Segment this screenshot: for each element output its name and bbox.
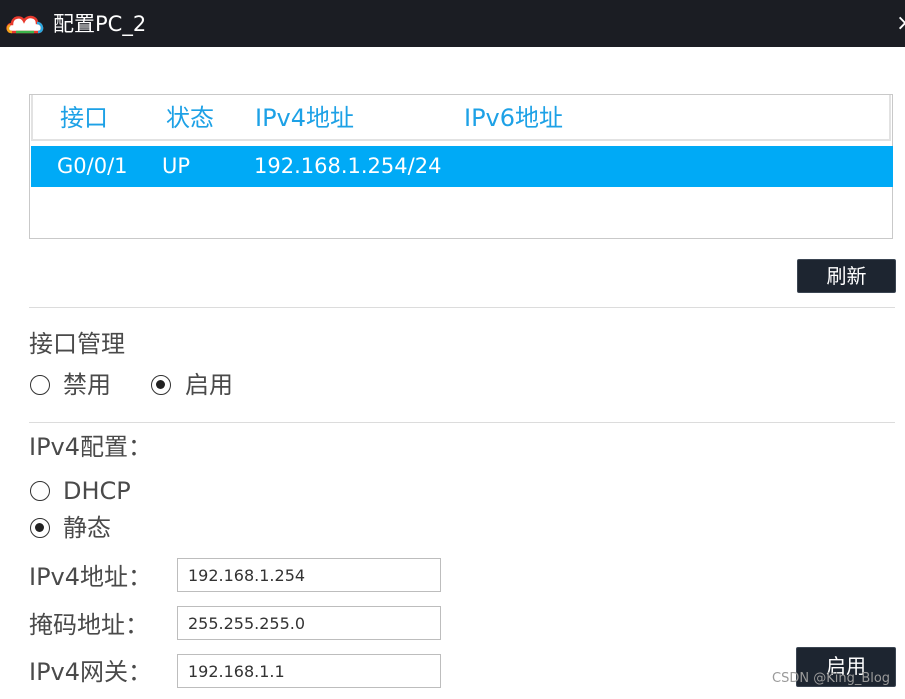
interface-table: 接口 状态 IPv4地址 IPv6地址 G0/0/1 UP 192.168.1.… — [29, 94, 893, 239]
row-interface: G0/0/1 — [57, 154, 128, 178]
cloud-logo-icon — [6, 15, 44, 34]
close-icon[interactable]: × — [896, 10, 905, 38]
ipv4-address-input[interactable] — [177, 558, 441, 592]
disable-radio[interactable] — [30, 375, 50, 395]
refresh-button[interactable]: 刷新 — [797, 259, 896, 293]
gateway-label: IPv4网关： — [29, 658, 153, 686]
column-header-ipv4: IPv4地址 — [255, 104, 355, 132]
gateway-input[interactable] — [177, 654, 441, 688]
table-row[interactable]: G0/0/1 UP 192.168.1.254/24 — [31, 146, 893, 187]
static-radio[interactable] — [30, 518, 50, 538]
disable-radio-label: 禁用 — [63, 371, 111, 399]
divider — [29, 422, 895, 423]
row-status: UP — [162, 154, 191, 178]
enable-radio-label: 启用 — [185, 371, 233, 399]
subnet-mask-label: 掩码地址： — [29, 611, 149, 639]
column-header-ipv6: IPv6地址 — [464, 104, 564, 132]
dhcp-radio-label: DHCP — [63, 477, 131, 505]
row-ipv4: 192.168.1.254/24 — [254, 154, 442, 178]
ipv4-config-label: IPv4配置： — [29, 433, 153, 461]
title-bar: 配置PC_2 × — [0, 0, 905, 47]
column-header-interface: 接口 — [60, 104, 108, 132]
interface-management-label: 接口管理 — [29, 330, 125, 358]
dhcp-radio[interactable] — [30, 481, 50, 501]
watermark: CSDN @King_Blog — [772, 671, 891, 686]
ipv4-address-label: IPv4地址： — [29, 563, 153, 591]
column-header-status: 状态 — [166, 104, 214, 132]
subnet-mask-input[interactable] — [177, 606, 441, 640]
static-radio-label: 静态 — [63, 514, 111, 542]
interface-table-header: 接口 状态 IPv4地址 IPv6地址 — [31, 95, 891, 141]
enable-radio[interactable] — [151, 375, 171, 395]
divider — [29, 307, 895, 308]
window-title: 配置PC_2 — [53, 12, 147, 36]
